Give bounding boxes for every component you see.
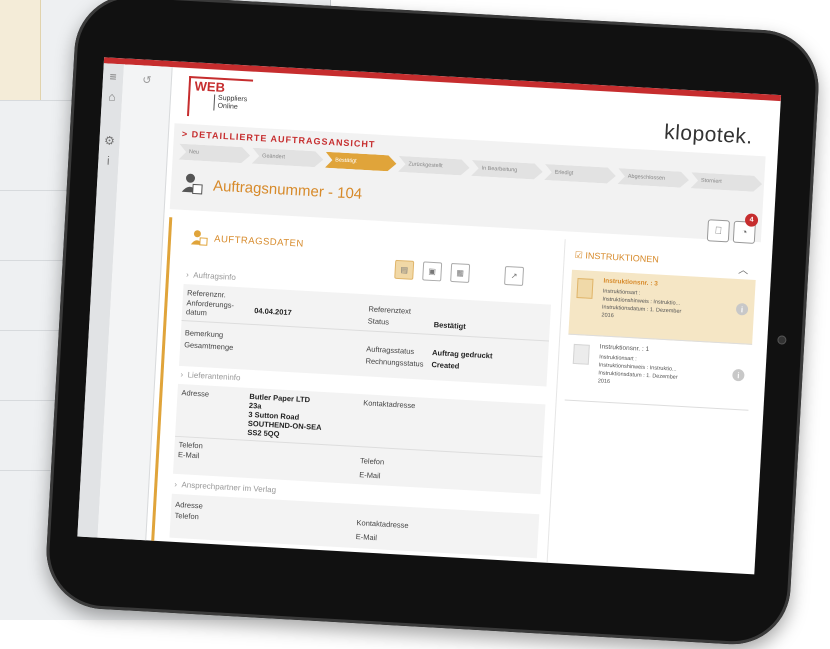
main-area: WEB Suppliers Online klopotek. > DETAILLI… bbox=[145, 67, 781, 574]
email-label: E-Mail bbox=[177, 450, 200, 461]
instructions-panel: ☑ INSTRUKTIONEN ︿ Instruktionsnr. : 3 In… bbox=[546, 239, 762, 574]
bell-icon: ◔ bbox=[741, 226, 748, 238]
instruction-card[interactable]: Instruktionsnr. : 3 Instruktionsart : In… bbox=[568, 269, 756, 345]
background-strip bbox=[0, 0, 41, 100]
status-value: Bestätigt bbox=[433, 320, 467, 331]
step-in-bearbeitung: In Bearbeitung bbox=[471, 160, 543, 180]
status-label: Status bbox=[367, 316, 390, 327]
notification-badge: 4 bbox=[744, 213, 759, 228]
gear-icon[interactable]: ⚙ bbox=[99, 133, 120, 148]
history-icon[interactable]: ↺ bbox=[123, 72, 172, 88]
truck-icon: ▦ bbox=[456, 268, 465, 278]
order-content: AUFTRAGSDATEN ▤ ▣ ▦ ↗ › Auftragsinfo Ref… bbox=[150, 217, 762, 574]
adresse-line-5: SS2 5QQ bbox=[247, 427, 280, 439]
bookmark-icon: ⎕ bbox=[715, 225, 722, 237]
action-button-1[interactable]: ▤ bbox=[394, 259, 415, 280]
step-bestaetigt: Bestätigt bbox=[325, 152, 397, 172]
step-zurueckgestellt: Zurückgestellt bbox=[398, 156, 470, 176]
instruction-datum-year: 2016 bbox=[597, 378, 611, 386]
bookmark-button[interactable]: ⎕ bbox=[706, 219, 730, 243]
kontaktadresse-label: Kontaktadresse bbox=[362, 398, 416, 411]
home-icon[interactable]: ⌂ bbox=[102, 89, 123, 104]
anforderungsdatum-label-2: datum bbox=[185, 307, 208, 318]
instruction-datum-year: 2016 bbox=[601, 312, 614, 320]
ap-adresse-label: Adresse bbox=[175, 499, 203, 511]
tablet-screen: ≡ ⌂ ⚙ i ↺ WEB Suppliers Online klopotek. … bbox=[77, 57, 782, 575]
ansprechpartner-heading[interactable]: › Ansprechpartner im Verlag bbox=[174, 480, 276, 495]
ap-email-label: E-Mail bbox=[355, 532, 378, 543]
step-storniert: Storniert bbox=[690, 172, 762, 192]
action-button-2[interactable]: ▣ bbox=[422, 261, 443, 282]
instructions-title-label: INSTRUKTIONEN bbox=[585, 250, 660, 265]
menu-icon[interactable]: ≡ bbox=[103, 69, 124, 84]
step-abgeschlossen: Abgeschlossen bbox=[617, 168, 689, 188]
section-title: AUFTRAGSDATEN bbox=[213, 233, 305, 250]
info-icon[interactable]: i bbox=[735, 302, 749, 316]
lieferanteninfo-heading-label: Lieferanteninfo bbox=[187, 370, 241, 383]
row-divider bbox=[175, 435, 543, 458]
gesamtmenge-label: Gesamtmenge bbox=[183, 340, 234, 352]
auftragsinfo-box: Referenznr. Anforderungs- datum 04.04.20… bbox=[179, 284, 552, 387]
print-icon: ▣ bbox=[428, 266, 437, 277]
ap-telefon-label: Telefon bbox=[174, 510, 200, 522]
step-erledigt: Erledigt bbox=[544, 164, 616, 184]
lieferanteninfo-box: Adresse Butler Paper LTD 23a 3 Sutton Ro… bbox=[172, 383, 546, 495]
instruction-nr: Instruktionsnr. : 1 bbox=[599, 343, 650, 354]
telefon-label-2: Telefon bbox=[359, 456, 385, 467]
collapse-chevron-icon[interactable]: ︿ bbox=[738, 261, 749, 277]
auftragsinfo-heading-label: Auftragsinfo bbox=[192, 270, 237, 282]
instruction-document-icon bbox=[576, 278, 594, 299]
instruction-nr: Instruktionsnr. : 3 bbox=[603, 277, 659, 288]
order-data-icon bbox=[190, 230, 208, 246]
rechnungsstatus-label: Rechnungsstatus bbox=[365, 356, 424, 369]
ap-kontaktadresse-label: Kontaktadresse bbox=[356, 518, 409, 530]
lieferanteninfo-heading[interactable]: › Lieferanteninfo bbox=[180, 370, 240, 382]
telefon-label: Telefon bbox=[178, 440, 204, 451]
logo-web: WEB bbox=[194, 78, 226, 96]
info-icon[interactable]: i bbox=[98, 153, 119, 168]
rechnungsstatus-value: Created bbox=[431, 360, 460, 371]
export-icon: ↗ bbox=[510, 271, 518, 281]
adresse-label: Adresse bbox=[181, 388, 210, 399]
user-order-icon bbox=[181, 173, 203, 195]
order-number-title: Auftragsnummer - 104 bbox=[212, 177, 363, 203]
instruction-art: Instruktionsart : bbox=[598, 354, 637, 363]
auftragsstatus-label: Auftragsstatus bbox=[366, 344, 415, 357]
tablet-camera bbox=[777, 334, 787, 345]
checkbox-icon: ☑ bbox=[574, 249, 584, 261]
export-button[interactable]: ↗ bbox=[504, 265, 525, 287]
anforderungsdatum-value: 04.04.2017 bbox=[253, 306, 292, 318]
action-button-3[interactable]: ▦ bbox=[450, 262, 471, 283]
instruction-card[interactable]: Instruktionsnr. : 1 Instruktionsart : In… bbox=[564, 335, 753, 411]
row-divider bbox=[181, 319, 550, 342]
auftragsinfo-heading[interactable]: › Auftragsinfo bbox=[186, 270, 236, 282]
instructions-title: ☑ INSTRUKTIONEN bbox=[574, 249, 660, 266]
logo-line2: Online bbox=[217, 102, 238, 111]
ansprechpartner-heading-label: Ansprechpartner im Verlag bbox=[181, 480, 277, 495]
email-label-2: E-Mail bbox=[358, 470, 381, 481]
referenztext-label: Referenztext bbox=[368, 304, 412, 316]
info-icon[interactable]: i bbox=[732, 368, 745, 382]
web-suppliers-logo: WEB Suppliers Online bbox=[186, 76, 254, 120]
logo-text: Suppliers Online bbox=[213, 94, 248, 113]
instruction-art: Instruktionsart : bbox=[602, 288, 641, 297]
bemerkung-label: Bemerkung bbox=[184, 328, 224, 340]
tablet-device: ≡ ⌂ ⚙ i ↺ WEB Suppliers Online klopotek. … bbox=[43, 0, 822, 648]
instruction-document-icon bbox=[572, 343, 590, 365]
step-geaendert: Geändert bbox=[252, 148, 324, 168]
brand-logo: klopotek. bbox=[663, 120, 754, 149]
auftragsstatus-value: Auftrag gedruckt bbox=[431, 348, 493, 361]
step-neu: Neu bbox=[179, 144, 251, 164]
document-icon: ▤ bbox=[400, 265, 409, 275]
